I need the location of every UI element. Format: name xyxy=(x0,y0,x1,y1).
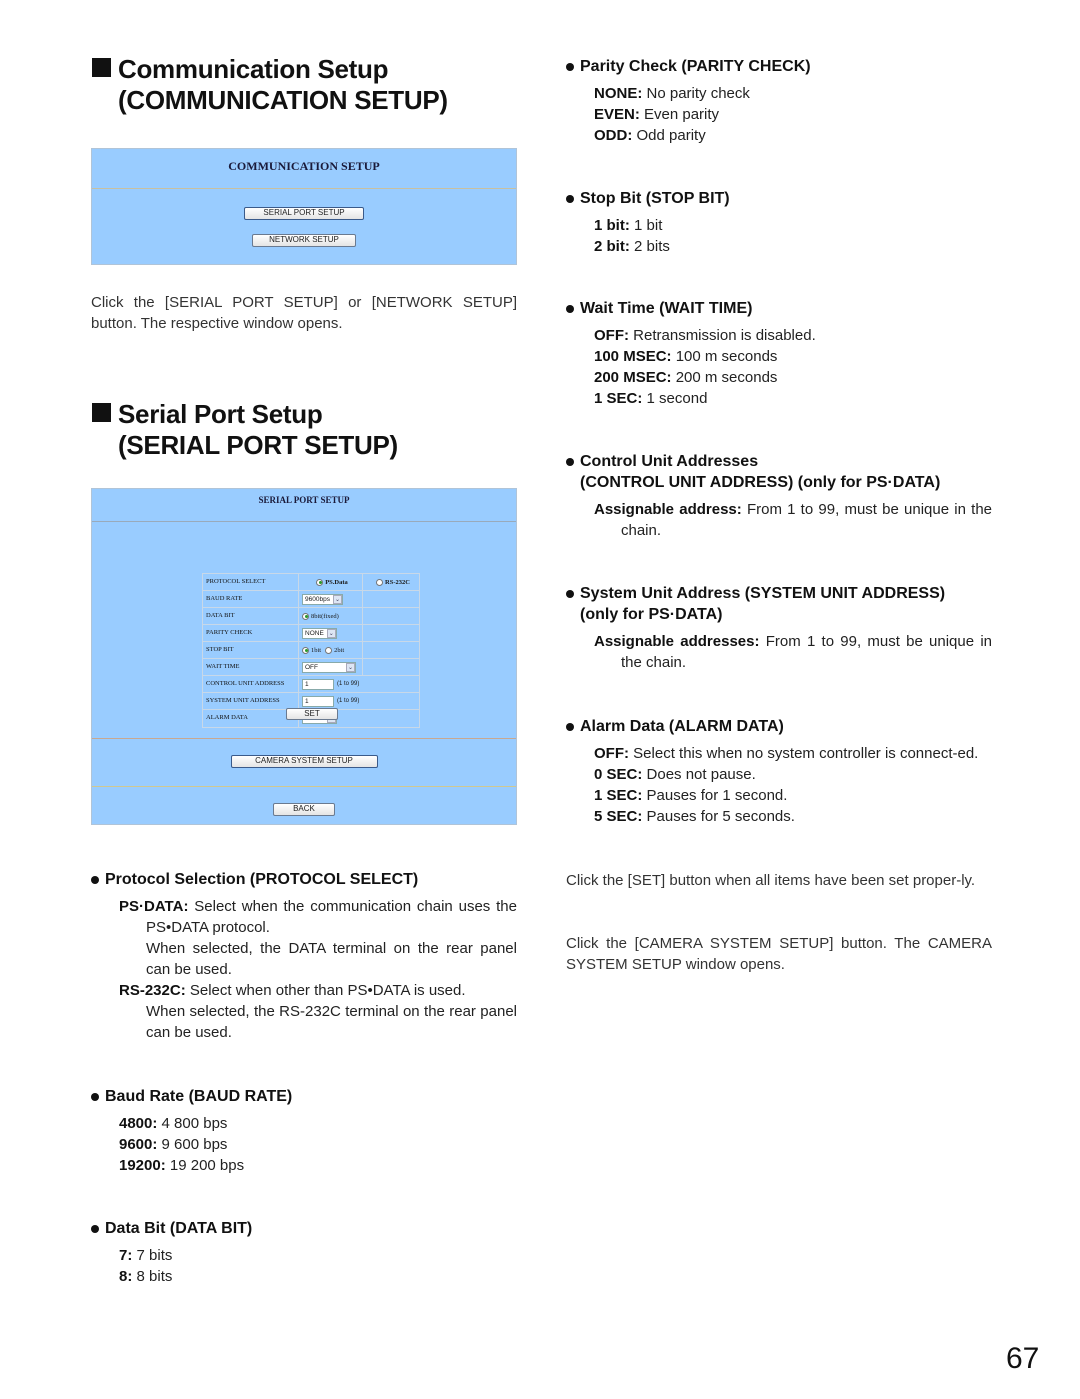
baud-rate-row: BAUD RATE 9600bps ⌄ xyxy=(203,591,419,608)
chevron-down-icon: ⌄ xyxy=(346,662,355,672)
camera-system-setup-button[interactable]: CAMERA SYSTEM SETUP xyxy=(230,755,378,768)
serial-port-setup-screenshot: SERIAL PORT SETUP PROTOCOL SELECT PS.Dat… xyxy=(91,488,517,825)
back-button[interactable]: BACK xyxy=(273,803,335,816)
network-setup-button[interactable]: NETWORK SETUP xyxy=(252,234,356,247)
camera-setup-note: Click the [CAMERA SYSTEM SETUP] button. … xyxy=(566,935,992,973)
radio-unselected-icon xyxy=(325,646,333,654)
bullet-icon xyxy=(566,458,574,466)
control-unit-address-input[interactable]: 1 xyxy=(302,678,334,690)
ps-data-radio[interactable]: PS.Data xyxy=(299,574,363,590)
wait-time-row: WAIT TIME OFF ⌄ xyxy=(203,659,419,676)
page-number: 67 xyxy=(1006,1342,1040,1375)
parity-check-select[interactable]: NONE ⌄ xyxy=(302,627,337,639)
radio-unselected-icon xyxy=(376,578,384,586)
bullet-icon xyxy=(566,305,574,313)
data-bit-item: Data Bit (DATA BIT) 7: 7 bits 8: 8 bits xyxy=(91,1218,517,1287)
stop-bit-item: Stop Bit (STOP BIT) 1 bit: 1 bit 2 bit: … xyxy=(566,188,992,257)
radio-selected-icon xyxy=(302,646,309,654)
bullet-icon xyxy=(566,195,574,203)
bullet-icon xyxy=(91,1093,99,1101)
rs232c-radio[interactable]: RS-232C xyxy=(363,574,419,590)
communication-description: Click the [SERIAL PORT SETUP] or [NETWOR… xyxy=(91,294,517,332)
chevron-down-icon: ⌄ xyxy=(332,594,342,604)
parity-check-row: PARITY CHECK NONE ⌄ xyxy=(203,625,419,642)
set-button[interactable]: SET xyxy=(286,708,338,720)
bullet-icon xyxy=(91,876,99,884)
protocol-select-row: PROTOCOL SELECT PS.Data RS-232C xyxy=(203,574,419,591)
bullet-icon xyxy=(91,1225,99,1233)
communication-setup-subtitle: (COMMUNICATION SETUP) xyxy=(118,85,448,115)
control-unit-address-item: Control Unit Addresses (CONTROL UNIT ADDR… xyxy=(566,451,992,541)
bullet-icon xyxy=(566,63,574,71)
stop-bit-row: STOP BIT 1bit 2bit xyxy=(203,642,419,659)
screenshot-title: COMMUNICATION SETUP xyxy=(228,159,380,173)
serial-port-setup-heading: Serial Port Setup (SERIAL PORT SETUP) xyxy=(92,399,398,461)
system-unit-address-input[interactable]: 1 xyxy=(302,695,334,707)
alarm-data-item: Alarm Data (ALARM DATA) OFF: Select this… xyxy=(566,716,992,827)
stop-bit-2-radio[interactable]: 2bit xyxy=(325,646,344,654)
radio-selected-icon xyxy=(316,578,324,586)
serial-port-setup-subtitle: (SERIAL PORT SETUP) xyxy=(118,430,398,460)
radio-selected-icon xyxy=(302,612,309,620)
square-bullet-icon xyxy=(92,403,111,422)
serial-port-setup-button[interactable]: SERIAL PORT SETUP xyxy=(244,207,364,220)
communication-setup-heading: Communication Setup (COMMUNICATION SETUP… xyxy=(92,54,448,116)
chevron-down-icon: ⌄ xyxy=(326,628,336,638)
protocol-select-item: Protocol Selection (PROTOCOL SELECT) PS·… xyxy=(91,869,517,1043)
serial-settings-form: PROTOCOL SELECT PS.Data RS-232C BAUD RAT… xyxy=(202,573,420,728)
bullet-icon xyxy=(566,723,574,731)
screenshot-title: SERIAL PORT SETUP xyxy=(258,495,350,505)
system-unit-address-item: System Unit Address (SYSTEM UNIT ADDRESS… xyxy=(566,583,992,673)
baud-rate-item: Baud Rate (BAUD RATE) 4800: 4 800 bps 96… xyxy=(91,1086,517,1176)
wait-time-select[interactable]: OFF ⌄ xyxy=(302,661,356,673)
data-bit-row: DATA BIT 8bit(fixed) xyxy=(203,608,419,625)
data-bit-radio[interactable]: 8bit(fixed) xyxy=(299,608,363,624)
square-bullet-icon xyxy=(92,58,111,77)
bullet-icon xyxy=(566,590,574,598)
communication-setup-screenshot: COMMUNICATION SETUP SERIAL PORT SETUP NE… xyxy=(91,148,517,265)
parity-check-item: Parity Check (PARITY CHECK) NONE: No par… xyxy=(566,56,992,146)
baud-rate-select[interactable]: 9600bps ⌄ xyxy=(302,593,343,605)
wait-time-item: Wait Time (WAIT TIME) OFF: Retransmissio… xyxy=(566,298,992,409)
set-button-note: Click the [SET] button when all items ha… xyxy=(566,872,976,889)
control-unit-address-row: CONTROL UNIT ADDRESS 1 (1 to 99) xyxy=(203,676,419,693)
stop-bit-1-radio[interactable]: 1bit xyxy=(302,646,321,654)
